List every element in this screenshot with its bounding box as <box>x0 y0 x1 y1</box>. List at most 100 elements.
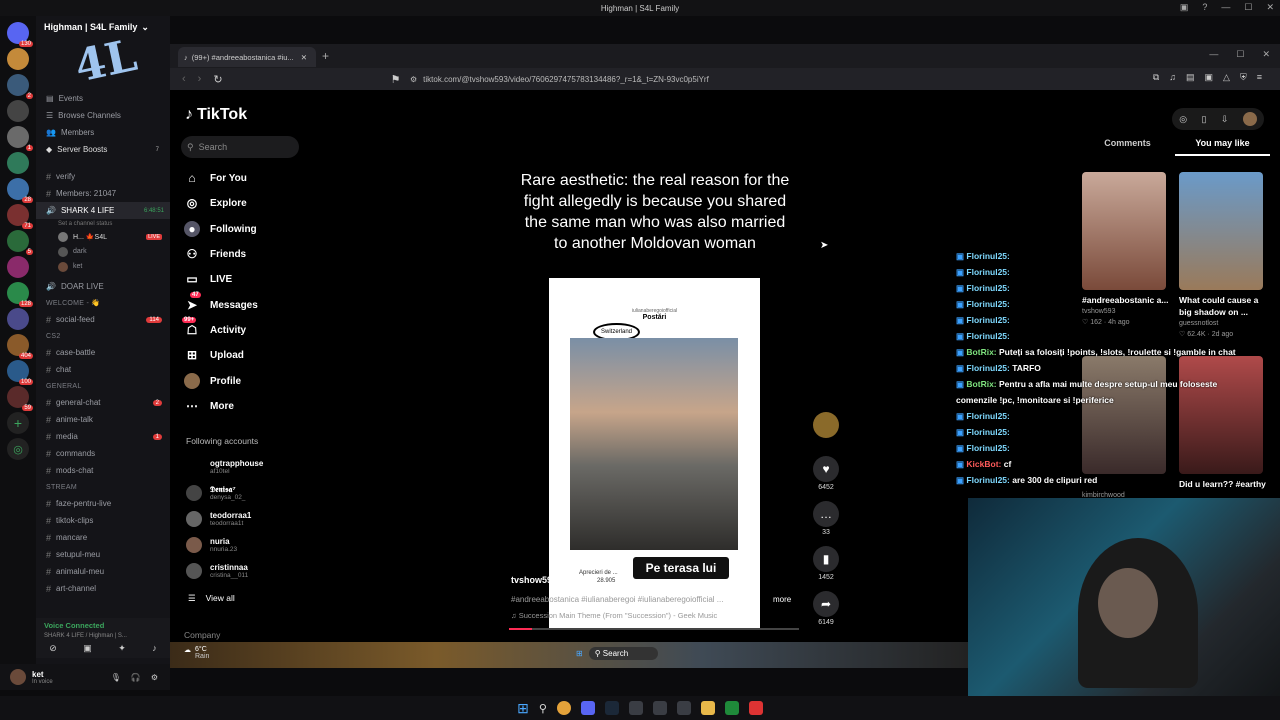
sidebar-item-browse-channels[interactable]: ☰ Browse Channels <box>36 107 170 124</box>
view-all-link[interactable]: ☰ View all <box>188 593 235 604</box>
channel-status[interactable]: Set a channel status <box>36 219 170 229</box>
channel-anime-talk[interactable]: # anime-talk <box>36 411 170 428</box>
channel-case-battle[interactable]: # case-battle <box>36 344 170 361</box>
channel-chat[interactable]: # chat <box>36 361 170 378</box>
server-icon[interactable]: 404 <box>7 334 33 359</box>
windows-start-icon[interactable]: ⊞ <box>517 700 529 717</box>
app-icon[interactable] <box>676 701 691 715</box>
like-button[interactable]: ♥ 6452 <box>812 456 840 491</box>
following-account[interactable]: 𝕯𝖊𝖓𝖎𝖘𝖆⁷ denysa_02_ <box>186 481 245 505</box>
camera-off-icon[interactable]: ⊘ <box>49 643 57 654</box>
maximize-button[interactable]: ☐ <box>1236 49 1244 60</box>
device-icon[interactable]: ▯ <box>1201 114 1206 125</box>
category-stream[interactable]: STREAM <box>36 479 170 495</box>
channel-mancare[interactable]: # mancare <box>36 529 170 546</box>
sidebar-item-members[interactable]: 👥 Members <box>36 124 170 141</box>
channel-setupul-meu[interactable]: # setupul-meu <box>36 546 170 563</box>
windows-icon[interactable]: ⊞ <box>576 649 583 658</box>
minimize-button[interactable]: — <box>1209 49 1218 60</box>
nav-profile[interactable]: Profile <box>184 370 241 392</box>
back-icon[interactable]: ‹ <box>182 73 186 85</box>
channel-tiktok-clips[interactable]: # tiktok-clips <box>36 512 170 529</box>
voice-user[interactable]: H... 🍁S4L LIVE <box>36 229 170 244</box>
inbox-icon[interactable]: ▣ <box>1180 2 1189 13</box>
coins-icon[interactable]: ◎ <box>1179 114 1187 125</box>
category-welcome[interactable]: WELCOME - 👋 <box>36 295 170 311</box>
tab-you-may-like[interactable]: You may like <box>1175 138 1270 156</box>
channel-verify[interactable]: # verify <box>36 168 170 185</box>
server-icon[interactable] <box>7 48 29 70</box>
wallet-icon[interactable]: ▣ <box>1205 72 1214 83</box>
category-cs2[interactable]: CS2 <box>36 328 170 344</box>
reload-icon[interactable]: ↻ <box>213 73 222 86</box>
close-button[interactable]: ✕ <box>1262 49 1270 60</box>
nav-upload[interactable]: ⊞ Upload <box>184 344 244 366</box>
shield-icon[interactable]: ⛨ <box>1240 72 1247 83</box>
comment-button[interactable]: … 33 <box>812 501 840 536</box>
discover-icon[interactable]: ◎ <box>7 438 29 460</box>
close-button[interactable]: ✕ <box>1266 2 1274 13</box>
sidebar-icon[interactable]: ▤ <box>1186 72 1195 83</box>
author-avatar[interactable] <box>812 412 840 440</box>
share-button[interactable]: ➦ 6149 <box>812 591 840 626</box>
video-music[interactable]: ♫ Succession Main Theme (From "Successio… <box>511 611 717 620</box>
app-icon[interactable] <box>628 701 643 715</box>
app-icon[interactable] <box>652 701 667 715</box>
server-icon[interactable]: 128 <box>7 282 33 307</box>
video-author[interactable]: tvshow593 <box>511 575 557 585</box>
folder-icon[interactable] <box>700 701 715 715</box>
server-icon[interactable]: 100 <box>7 360 33 385</box>
nav-explore[interactable]: ◎ Explore <box>184 192 247 214</box>
nav-activity[interactable]: ☖ 99+ Activity <box>182 317 246 341</box>
extensions-icon[interactable]: ⧉ <box>1153 72 1159 83</box>
save-button[interactable]: ▮ 1452 <box>812 546 840 581</box>
maximize-button[interactable]: ☐ <box>1244 2 1252 13</box>
nav-live[interactable]: ▭ LIVE <box>184 268 232 290</box>
gear-icon[interactable]: ⚙ <box>151 673 158 682</box>
channel-commands[interactable]: # commands <box>36 445 170 462</box>
forward-icon[interactable]: › <box>198 73 202 85</box>
following-account[interactable]: teodorraa1 teodorraa1t <box>186 507 251 531</box>
channel-general-chat[interactable]: # general-chat 2 <box>36 394 170 411</box>
server-icon[interactable]: 130 <box>7 22 33 47</box>
server-icon[interactable] <box>7 256 29 278</box>
nav-friends[interactable]: ⚇ Friends <box>184 243 247 265</box>
url-field[interactable]: ⚙ tiktok.com/@tvshow593/video/76062974757… <box>410 72 930 86</box>
music-icon[interactable]: ♫ <box>1169 72 1176 83</box>
menu-icon[interactable]: ≡ <box>1257 72 1262 83</box>
help-icon[interactable]: ? <box>1202 2 1207 13</box>
sidebar-item-server-boosts[interactable]: ◆ Server Boosts 7 <box>36 141 170 158</box>
nav-following[interactable]: ● Following <box>184 218 257 240</box>
channel-social-feed[interactable]: # social-feed 114 <box>36 311 170 328</box>
chrome-icon[interactable] <box>556 701 571 715</box>
channel-mods-chat[interactable]: # mods-chat <box>36 462 170 479</box>
channel-animalul-meu[interactable]: # animalul-meu <box>36 563 170 580</box>
site-info-icon[interactable]: ⚙ <box>410 75 417 84</box>
voice-user[interactable]: ket <box>36 259 170 274</box>
search-box[interactable]: ⚲ Search <box>588 647 659 660</box>
new-tab-button[interactable]: + <box>322 49 329 63</box>
search-icon[interactable]: ⚲ <box>539 702 547 715</box>
activity-icon[interactable]: ✦ <box>118 643 126 654</box>
xbox-icon[interactable] <box>724 701 739 715</box>
bookmark-icon[interactable]: ⚑ <box>391 73 401 86</box>
video-hashtags[interactable]: #andreeabostanica #iulianaberegoi #iulia… <box>511 595 801 604</box>
avatar[interactable] <box>10 669 26 685</box>
nav-messages[interactable]: ➤ 47 Messages <box>184 292 258 316</box>
nav-for-you[interactable]: ⌂ For You <box>184 167 246 189</box>
server-icon[interactable] <box>7 308 29 330</box>
add-server-icon[interactable]: + <box>7 412 29 434</box>
channel-media[interactable]: # media 1 <box>36 428 170 445</box>
channel-faze-pentru-live[interactable]: # faze-pentru-live <box>36 495 170 512</box>
tiktok-logo[interactable]: ♪ TikTok <box>185 106 247 124</box>
minimize-button[interactable]: — <box>1221 2 1230 13</box>
steam-icon[interactable] <box>604 701 619 715</box>
soundboard-icon[interactable]: ♪ <box>152 643 157 654</box>
server-icon[interactable]: 1 <box>7 126 33 151</box>
company-link[interactable]: Company <box>184 630 220 640</box>
mic-icon[interactable]: 🎙 <box>111 673 121 682</box>
following-account[interactable]: cristinnaa cristina__011 <box>186 559 248 583</box>
server-icon[interactable]: 5 <box>7 230 33 255</box>
tab-comments[interactable]: Comments <box>1080 138 1175 156</box>
app-icon[interactable] <box>748 701 763 715</box>
